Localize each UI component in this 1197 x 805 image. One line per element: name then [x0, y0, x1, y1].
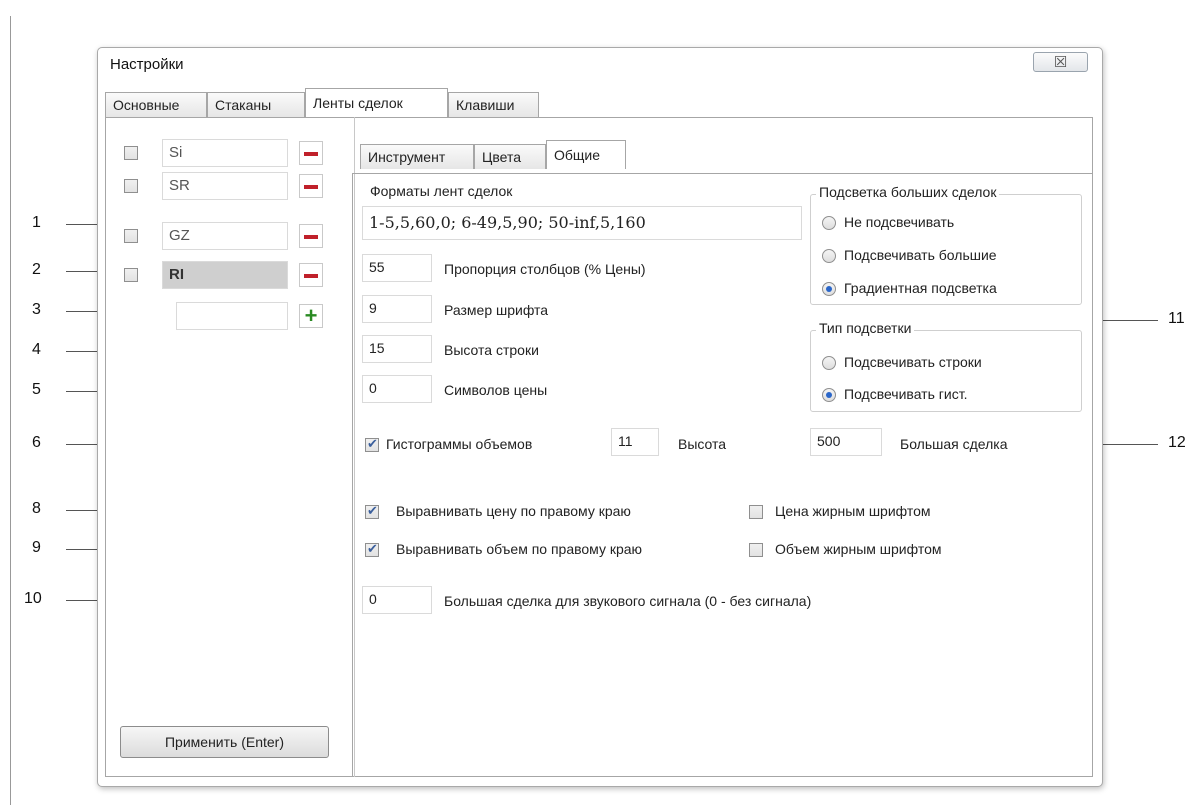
- remove-symbol-gz-button[interactable]: [299, 224, 323, 248]
- font-size-label: Размер шрифта: [444, 302, 549, 318]
- callout-3: 3: [32, 301, 41, 318]
- callout-1: 1: [32, 214, 41, 231]
- bold-price-label: Цена жирным шрифтом: [775, 503, 931, 519]
- highlight-hist-label: Подсвечивать гист.: [844, 386, 968, 402]
- callout-8: 8: [32, 500, 41, 517]
- row-height-input[interactable]: 15: [362, 335, 432, 363]
- price-digits-input[interactable]: 0: [362, 375, 432, 403]
- remove-symbol-sr-button[interactable]: [299, 174, 323, 198]
- callout-12: 12: [1168, 434, 1186, 451]
- highlight-hist-radio[interactable]: [822, 388, 836, 402]
- settings-window: Настройки ☒ Основные Стаканы Ленты сдело…: [97, 47, 1103, 787]
- tab-general[interactable]: Основные: [105, 92, 207, 117]
- big-trade-input[interactable]: 500: [810, 428, 882, 456]
- callout-9: 9: [32, 539, 41, 556]
- new-symbol-field[interactable]: [176, 302, 288, 330]
- bold-volume-checkbox[interactable]: [749, 543, 763, 557]
- apply-button[interactable]: Применить (Enter): [120, 726, 329, 758]
- formats-input[interactable]: 1-5,5,60,0; 6-49,5,90; 50-inf,5,160: [362, 206, 802, 240]
- callout-2: 2: [32, 261, 41, 278]
- bold-volume-label: Объем жирным шрифтом: [775, 541, 942, 557]
- symbol-checkbox-gz[interactable]: [124, 229, 138, 243]
- symbol-field-gz[interactable]: GZ: [162, 222, 288, 250]
- symbol-checkbox-si[interactable]: [124, 146, 138, 160]
- sound-threshold-input[interactable]: 0: [362, 586, 432, 614]
- symbol-checkbox-ri[interactable]: [124, 268, 138, 282]
- highlight-big-label: Подсвечивать большие: [844, 247, 997, 263]
- proportion-input[interactable]: 55: [362, 254, 432, 282]
- tab-trade-tapes[interactable]: Ленты сделок: [305, 88, 448, 117]
- histogram-label: Гистограммы объемов: [386, 436, 533, 452]
- window-title: Настройки: [110, 56, 184, 73]
- symbol-field-si[interactable]: Si: [162, 139, 288, 167]
- price-digits-label: Символов цены: [444, 382, 548, 398]
- highlight-rows-radio[interactable]: [822, 356, 836, 370]
- symbol-list-panel: [105, 117, 355, 777]
- bold-price-checkbox[interactable]: [749, 505, 763, 519]
- align-volume-label: Выравнивать объем по правому краю: [396, 541, 643, 557]
- sound-threshold-label: Большая сделка для звукового сигнала (0 …: [444, 593, 812, 609]
- row-height-label: Высота строки: [444, 342, 539, 358]
- big-trade-label: Большая сделка: [900, 436, 1008, 452]
- add-symbol-button[interactable]: +: [299, 304, 323, 328]
- highlight-gradient-radio[interactable]: [822, 282, 836, 296]
- align-price-checkbox[interactable]: [365, 503, 379, 519]
- callout-11: 11: [1168, 310, 1185, 327]
- histogram-height-label: Высота: [678, 436, 727, 452]
- symbol-field-ri[interactable]: RI: [162, 261, 288, 289]
- callout-4: 4: [32, 341, 41, 358]
- histogram-height-input[interactable]: 11: [611, 428, 659, 456]
- highlight-none-radio[interactable]: [822, 216, 836, 230]
- symbol-field-sr[interactable]: SR: [162, 172, 288, 200]
- highlight-rows-label: Подсвечивать строки: [844, 354, 982, 370]
- subtab-instrument[interactable]: Инструмент: [360, 144, 474, 169]
- callout-5: 5: [32, 381, 41, 398]
- formats-label: Форматы лент сделок: [370, 183, 513, 199]
- tab-order-books[interactable]: Стаканы: [207, 92, 305, 117]
- symbol-checkbox-sr[interactable]: [124, 179, 138, 193]
- tab-hotkeys[interactable]: Клавиши: [448, 92, 539, 117]
- callout-10: 10: [24, 590, 42, 607]
- screenshot-border: [10, 16, 11, 805]
- font-size-input[interactable]: 9: [362, 295, 432, 323]
- highlight-group-title: Подсветка больших сделок: [816, 184, 1000, 200]
- close-icon: ☒: [1053, 54, 1068, 71]
- subtab-common[interactable]: Общие: [546, 140, 626, 169]
- highlight-none-label: Не подсвечивать: [844, 214, 955, 230]
- remove-symbol-ri-button[interactable]: [299, 263, 323, 287]
- highlight-type-group-title: Тип подсветки: [816, 320, 915, 336]
- remove-symbol-si-button[interactable]: [299, 141, 323, 165]
- histogram-checkbox[interactable]: [365, 436, 379, 452]
- align-volume-checkbox[interactable]: [365, 541, 379, 557]
- callout-6: 6: [32, 434, 41, 451]
- highlight-big-radio[interactable]: [822, 249, 836, 263]
- proportion-label: Пропорция столбцов (% Цены): [444, 261, 646, 277]
- subtab-colors[interactable]: Цвета: [474, 144, 546, 169]
- highlight-gradient-label: Градиентная подсветка: [844, 280, 997, 296]
- align-price-label: Выравнивать цену по правому краю: [396, 503, 631, 519]
- plus-icon: +: [304, 303, 318, 328]
- close-button[interactable]: ☒: [1033, 52, 1088, 72]
